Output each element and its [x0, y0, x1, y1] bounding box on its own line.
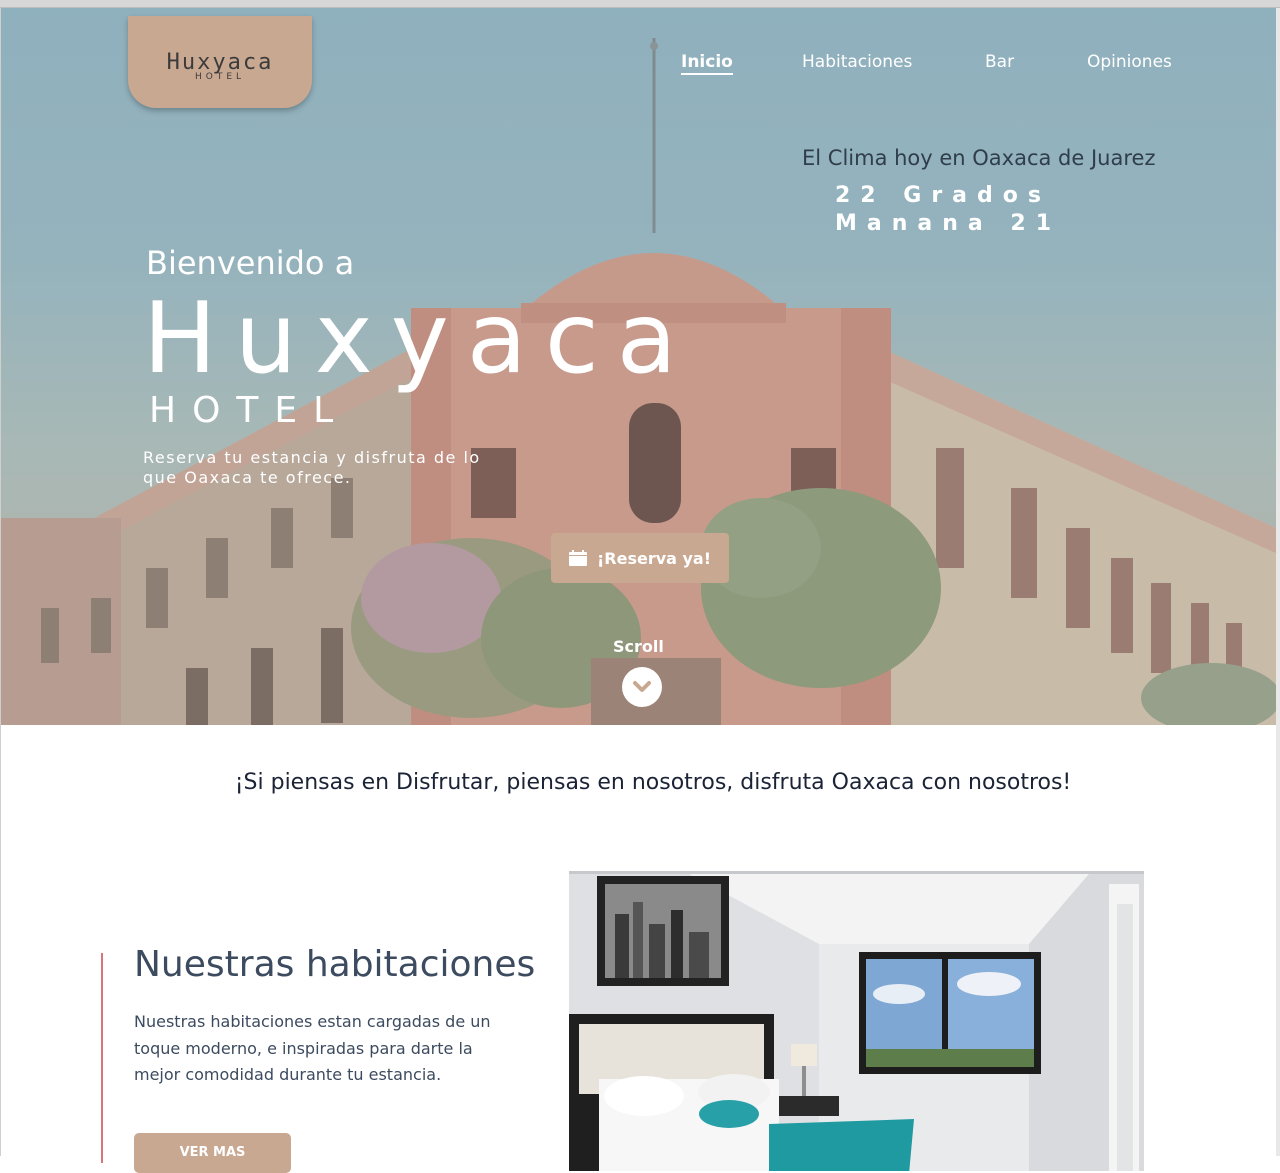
nav-item-inicio[interactable]: Inicio: [681, 52, 733, 75]
hero-brand: Huxyaca: [143, 282, 695, 396]
ver-mas-button[interactable]: VER MAS: [134, 1133, 291, 1173]
calendar-icon: [568, 550, 587, 566]
scroll-button[interactable]: [622, 667, 662, 707]
rooms-description: Nuestras habitaciones estan cargadas de …: [134, 1012, 491, 1084]
hero-welcome: Bienvenido a: [146, 244, 355, 282]
weather-today: 22 Grados: [835, 183, 1051, 208]
reserve-button-label: ¡Reserva ya!: [596, 548, 712, 568]
nav-item-habitaciones[interactable]: Habitaciones: [802, 52, 912, 72]
frame-right-edge: [1276, 8, 1280, 1156]
nav-item-bar[interactable]: Bar: [985, 52, 1014, 72]
hero-section: Huxyaca HOTEL Inicio Habitaciones Bar Op…: [1, 8, 1276, 725]
rooms-title: Nuestras habitaciones: [134, 944, 536, 985]
rooms-accent-line: [101, 953, 103, 1163]
browser-top-bar: [0, 0, 1280, 8]
weather-tomorrow: Manana 21: [835, 211, 1062, 236]
hero-brand-sub: HOTEL: [149, 390, 350, 431]
room-photo: [569, 871, 1144, 1171]
nav-item-opiniones[interactable]: Opiniones: [1087, 52, 1172, 72]
chevron-down-icon: [633, 681, 651, 692]
scroll-label: Scroll: [613, 637, 664, 656]
hero-tagline: Reserva tu estancia y disfruta de lo que…: [143, 448, 481, 487]
reserve-button[interactable]: ¡Reserva ya!: [551, 533, 729, 583]
logo-subtext: HOTEL: [194, 72, 246, 82]
hotel-logo[interactable]: Huxyaca HOTEL: [128, 16, 312, 108]
slogan-text: ¡Si piensas en Disfrutar, piensas en nos…: [234, 770, 1072, 795]
weather-title: El Clima hoy en Oaxaca de Juarez: [802, 146, 1156, 170]
